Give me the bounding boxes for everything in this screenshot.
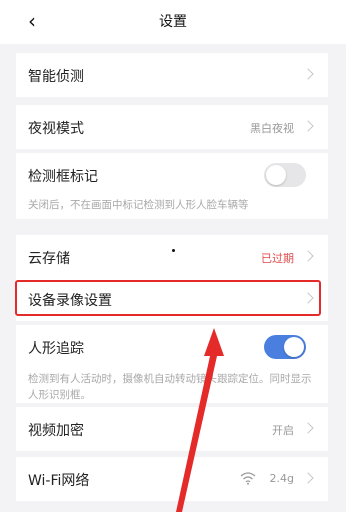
human-tracking-toggle[interactable] [264,335,306,359]
touch-dot [172,249,175,252]
toggle-knob [284,337,304,357]
row-detect-frame: 检测框标记 [16,153,328,197]
wifi-band-value: 2.4g [269,472,294,485]
row-smart-detect[interactable]: 智能侦测 [16,53,328,97]
detect-frame-toggle[interactable] [264,163,306,187]
row-label: 云存储 [28,251,70,267]
row-label: Wi-Fi网络 [28,473,90,489]
row-label: 检测框标记 [28,169,98,185]
chevron-right-icon [302,120,314,132]
page-title: 设置 [159,14,187,30]
row-label: 智能侦测 [28,69,84,85]
row-cloud-storage[interactable]: 云存储 已过期 [16,235,328,279]
detect-frame-description: 关闭后，不在画面中标记检测到人形人脸车辆等 [16,197,328,219]
chevron-right-icon [302,472,314,484]
toggle-knob [266,165,286,185]
row-night-vision[interactable]: 夜视模式 黑白夜视 [16,105,328,149]
highlight-box [15,280,321,316]
wifi-icon [240,472,256,485]
chevron-right-icon [302,422,314,434]
chevron-right-icon [302,250,314,262]
chevron-right-icon [302,68,314,80]
row-label: 夜视模式 [28,121,84,137]
cloud-storage-status: 已过期 [261,252,294,265]
row-label: 人形追踪 [28,341,84,357]
video-encryption-value: 开启 [272,424,294,437]
annotation-arrow [176,328,224,512]
top-bar: ‹ 设置 [0,0,346,44]
night-vision-value: 黑白夜视 [250,122,294,135]
row-label: 视频加密 [28,423,84,439]
